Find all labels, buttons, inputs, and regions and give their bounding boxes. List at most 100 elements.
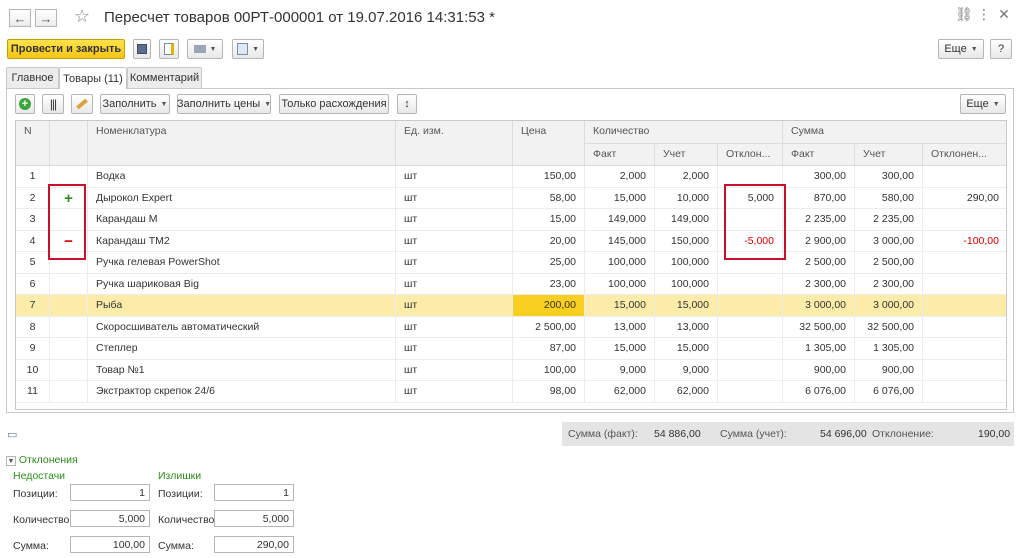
surplus-positions-label: Позиции: <box>158 488 203 500</box>
tab-goods[interactable]: Товары (11) <box>59 67 127 89</box>
cell-qty-fact: 15,000 <box>585 187 655 209</box>
chevron-down-icon: ▼ <box>992 100 1000 108</box>
cell-n: 3 <box>16 209 50 230</box>
shortage-sum-field[interactable]: 100,00 <box>70 536 150 553</box>
back-button[interactable]: ← <box>9 9 31 27</box>
post-button[interactable] <box>159 39 179 59</box>
table-row[interactable]: 8 Скоросшиватель автоматический шт 2 500,00… <box>16 316 1006 338</box>
arrow-left-icon: ← <box>13 10 27 26</box>
help-button[interactable]: ? <box>990 39 1012 59</box>
shortage-qty-field[interactable]: 5,000 <box>70 510 150 527</box>
total-deviation-label: Отклонение: <box>872 428 934 440</box>
header-sum-fact[interactable]: Факт <box>783 144 855 166</box>
cell-nomenclature: Водка <box>88 166 396 187</box>
chevron-down-icon: ▼ <box>970 45 978 53</box>
table-row[interactable]: 6 Ручка шариковая Big шт 23,00 100,000 100,00… <box>16 273 1006 295</box>
window-title: Пересчет товаров 00РТ-000001 от 19.07.20… <box>104 9 495 26</box>
header-qty-fact[interactable]: Факт <box>585 144 655 166</box>
cell-sum-deviation <box>923 209 1006 230</box>
surplus-qty-field[interactable]: 5,000 <box>214 510 294 527</box>
cell-qty-fact: 9,000 <box>585 359 655 381</box>
cell-price: 20,00 <box>513 230 585 252</box>
table-more-label: Еще <box>966 98 989 110</box>
cell-unit: шт <box>396 338 513 359</box>
cell-sum-fact: 2 235,00 <box>783 209 855 230</box>
chevron-down-icon: ▼ <box>252 45 259 53</box>
shortage-positions-field[interactable]: 1 <box>70 484 150 501</box>
star-icon[interactable]: ☆ <box>74 6 90 27</box>
header-sum-accounting[interactable]: Учет <box>855 144 923 166</box>
table-more-button[interactable]: Еще ▼ <box>960 94 1006 114</box>
fill-prices-button[interactable]: Заполнить цены ▼ <box>177 94 271 114</box>
header-nomenclature[interactable]: Номенклатура <box>88 121 396 166</box>
more-button[interactable]: Еще ▼ <box>938 39 984 59</box>
cell-sum-accounting: 6 076,00 <box>855 381 923 402</box>
surplus-positions-field[interactable]: 1 <box>214 484 294 501</box>
report-icon <box>237 43 249 55</box>
surplus-sum-field[interactable]: 290,00 <box>214 536 294 553</box>
tab-comment[interactable]: Комментарий <box>127 67 202 88</box>
save-button[interactable] <box>133 39 151 59</box>
barcode-button[interactable]: ||| <box>42 94 64 114</box>
cell-price: 98,00 <box>513 381 585 402</box>
cell-n: 2 <box>16 187 50 209</box>
table-row[interactable]: 4− Карандаш ТМ2 шт 20,00 145,000 150,000 -5,00… <box>16 230 1006 252</box>
cell-sum-accounting: 300,00 <box>855 166 923 187</box>
add-row-button[interactable]: + <box>15 94 35 114</box>
forward-button[interactable]: → <box>35 9 57 27</box>
cell-qty-accounting: 15,000 <box>655 295 718 316</box>
only-differences-button[interactable]: Только расхождения <box>279 94 389 114</box>
tab-main[interactable]: Главное <box>6 67 59 88</box>
shortage-sum-label: Сумма: <box>13 540 49 552</box>
pencil-icon <box>76 98 88 110</box>
table-row[interactable]: 5 Ручка гелевая PowerShot шт 25,00 100,000 10… <box>16 252 1006 274</box>
sort-button[interactable]: ↕ <box>397 94 417 114</box>
table-row[interactable]: 2 + Дырокол Expert шт 58,00 15,000 10,000 5,000… <box>16 187 1006 209</box>
cell-sum-fact: 2 900,00 <box>783 230 855 252</box>
cell-sum-fact: 1 305,00 <box>783 338 855 359</box>
header-sum[interactable]: Сумма <box>783 121 1006 144</box>
cell-qty-accounting: 10,000 <box>655 187 718 209</box>
cell-sum-fact: 300,00 <box>783 166 855 187</box>
header-sum-deviation[interactable]: Отклонен... <box>923 144 1006 166</box>
arrow-right-icon: → <box>39 10 53 26</box>
header-qty-accounting[interactable]: Учет <box>655 144 718 166</box>
link-icon[interactable]: ⛓ <box>954 6 974 23</box>
table-row[interactable]: 3 Карандаш Мшт 15,00 149,000 149,000 2 235,00… <box>16 209 1006 231</box>
header-qty-deviation[interactable]: Отклон... <box>718 144 783 166</box>
header-unit[interactable]: Ед. изм. <box>396 121 513 166</box>
fill-prices-label: Заполнить цены <box>176 98 261 110</box>
header-quantity[interactable]: Количество <box>585 121 783 144</box>
post-and-close-button[interactable]: Провести и закрыть <box>7 39 125 59</box>
cell-n: 7 <box>16 295 50 316</box>
table-row[interactable]: 1 Водка шт 150,00 2,000 2,000 300,00 300,00 <box>16 166 1006 188</box>
table-row[interactable]: 9 Степлер шт 87,00 15,000 15,000 1 305,00 1 305… <box>16 338 1006 360</box>
table-row[interactable]: 7 Рыба шт 200,00 15,000 15,000 3 000,00 3 000,0… <box>16 295 1006 317</box>
close-icon[interactable]: ✕ <box>994 6 1014 23</box>
edit-button[interactable] <box>71 94 93 114</box>
table-row[interactable]: 10 Товар №1 шт 100,00 9,000 9,000 900,00 900,00 <box>16 359 1006 381</box>
cell-price: 15,00 <box>513 209 585 230</box>
table-row[interactable]: 11 Экстрактор скрепок 24/6 шт 98,00 62,000 62… <box>16 381 1006 403</box>
header-mark[interactable] <box>50 121 88 166</box>
cell-qty-fact: 145,000 <box>585 230 655 252</box>
add-icon: + <box>19 98 31 110</box>
cell-sum-deviation <box>923 295 1006 316</box>
comment-icon[interactable]: ▭ <box>7 428 17 441</box>
cell-price: 23,00 <box>513 273 585 295</box>
header-price[interactable]: Цена <box>513 121 585 166</box>
fill-button[interactable]: Заполнить ▼ <box>100 94 170 114</box>
cell-sum-deviation <box>923 274 1006 295</box>
deviations-toggle[interactable]: ▼ Отклонения <box>6 454 78 466</box>
print-button[interactable]: ▼ <box>187 39 223 59</box>
cell-sum-accounting: 32 500,00 <box>855 316 923 338</box>
cell-qty-fact: 2,000 <box>585 166 655 187</box>
cell-nomenclature: Дырокол Expert <box>88 187 396 209</box>
cell-qty-accounting: 2,000 <box>655 166 718 187</box>
reports-button[interactable]: ▼ <box>232 39 264 59</box>
cell-nomenclature: Ручка шариковая Big <box>88 273 396 295</box>
header-n[interactable]: N <box>16 121 50 166</box>
goods-table[interactable]: N Номенклатура Ед. изм. Цена Количество … <box>15 120 1007 410</box>
cell-sum-accounting: 2 235,00 <box>855 209 923 230</box>
menu-icon[interactable]: ⋮ <box>974 6 994 23</box>
